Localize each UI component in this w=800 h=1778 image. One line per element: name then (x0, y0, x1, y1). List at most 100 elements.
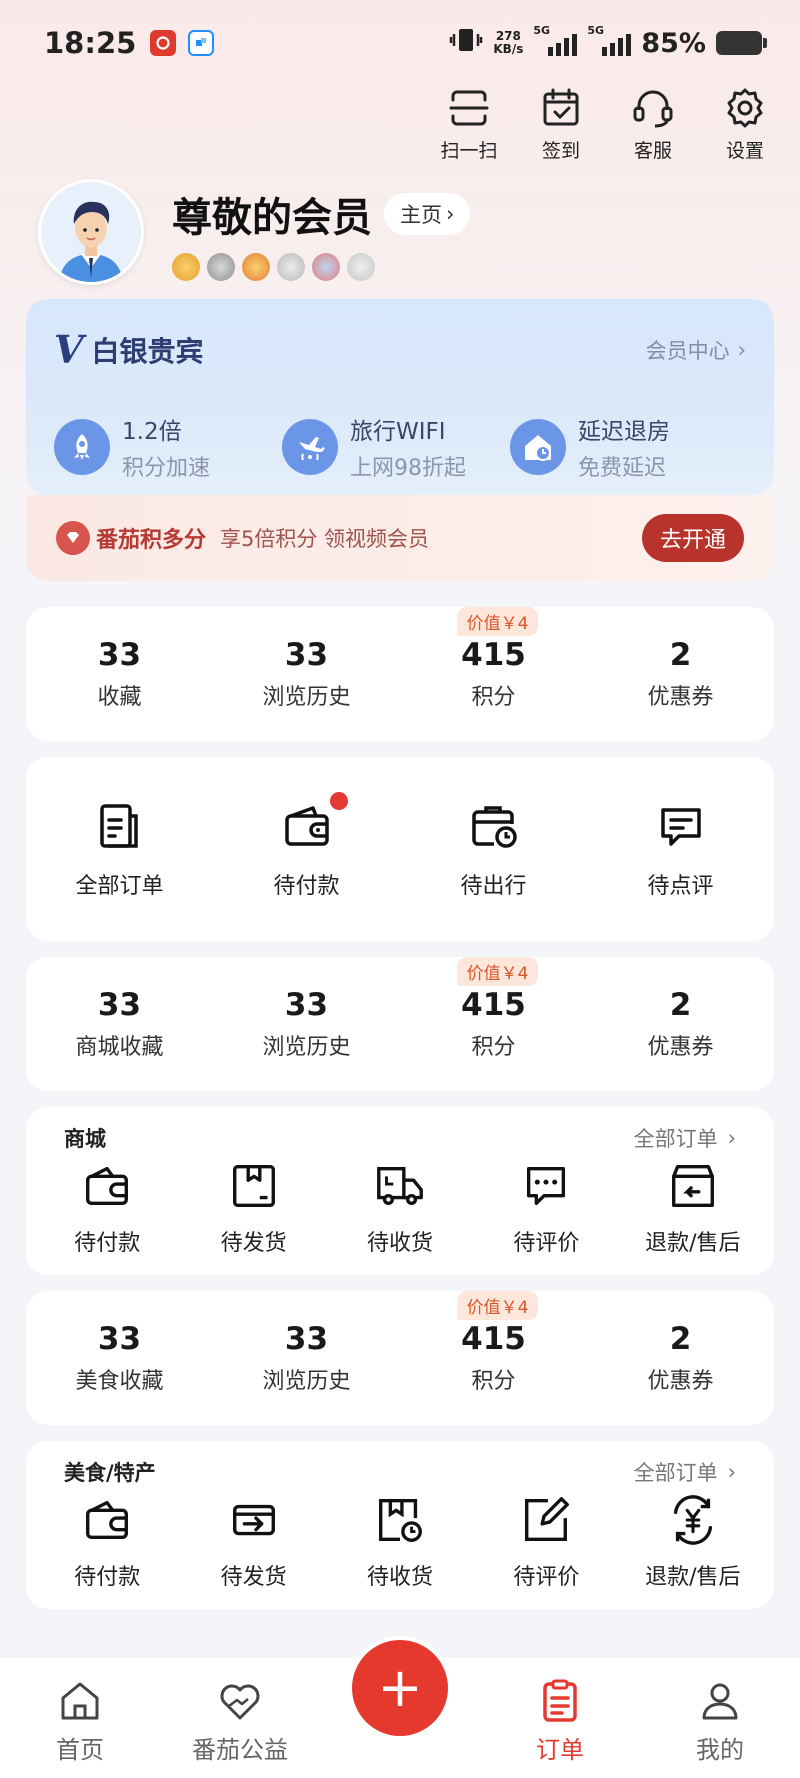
stat-mall-favorites[interactable]: 33 商城收藏 (26, 987, 213, 1061)
wallet-icon (284, 806, 329, 846)
stat-food-favorites[interactable]: 33 美食收藏 (26, 1321, 213, 1395)
stat-favorites[interactable]: 33 收藏 (26, 637, 213, 711)
status-bar: 18:25 278 KB/s 5G 5G 85% (0, 0, 800, 86)
mall-pending-review[interactable]: 待评价 (473, 1159, 619, 1257)
item-label: 待付款 (74, 1565, 141, 1590)
crown-badge-icon[interactable] (312, 253, 340, 281)
mall-all-orders-link[interactable]: 全部订单 › (634, 1123, 736, 1153)
scan-button[interactable]: 扫一扫 (436, 84, 502, 163)
tab-label: 首页 (56, 1735, 104, 1764)
home-icon (61, 1682, 99, 1719)
comment-icon (660, 808, 701, 846)
calendar-check-icon (543, 88, 579, 126)
tab-charity[interactable]: 番茄公益 (160, 1672, 320, 1765)
fab-wrapper: + (348, 1636, 452, 1740)
chevron-right-icon: › (737, 337, 746, 362)
heart-hands-icon (220, 1684, 260, 1719)
stat-history[interactable]: 33 浏览历史 (213, 1321, 400, 1395)
order-pending-review[interactable]: 待点评 (587, 798, 774, 900)
food-pending-review[interactable]: 待评价 (473, 1493, 619, 1591)
item-label: 待发货 (220, 1231, 287, 1256)
food-all-orders-link[interactable]: 全部订单 › (634, 1457, 736, 1487)
customer-service-button[interactable]: 客服 (620, 84, 686, 163)
tab-mine[interactable]: 我的 (640, 1672, 800, 1765)
activate-button[interactable]: 去开通 (641, 514, 744, 562)
order-pending-payment[interactable]: 待付款 (213, 792, 400, 900)
mall-pending-shipment[interactable]: 待发货 (180, 1159, 326, 1257)
item-label: 待评价 (513, 1231, 580, 1256)
stat-label: 浏览历史 (262, 1035, 351, 1060)
benefit-late-checkout[interactable]: 延迟退房 免费延迟 (510, 412, 738, 482)
value-tag: 价值￥4 (456, 1291, 539, 1320)
item-label: 待发货 (220, 1565, 287, 1590)
gold-badge-icon[interactable] (172, 253, 200, 281)
tab-label: 番茄公益 (192, 1735, 288, 1764)
tab-home[interactable]: 首页 (0, 1672, 160, 1765)
food-pending-receipt[interactable]: 待收货 (327, 1493, 473, 1591)
benefit-title: 旅行WIFI (350, 419, 446, 445)
item-label: 待评价 (513, 1565, 580, 1590)
section-title: 美食/特产 (64, 1461, 156, 1485)
stats-card-main: 33 收藏 33 浏览历史 价值￥4 415 积分 2 优惠券 (26, 607, 774, 741)
settings-label: 设置 (725, 140, 764, 162)
promo-banner[interactable]: 番茄积多分 享5倍积分 领视频会员 去开通 (26, 495, 774, 581)
order-label: 待点评 (647, 874, 714, 899)
document-icon (99, 804, 138, 848)
vip-logo: V (54, 327, 84, 372)
food-pending-payment[interactable]: 待付款 (34, 1493, 180, 1591)
vip-card[interactable]: V 白银贵宾 会员中心 › 1.2倍 积分加速 旅行WIFI 上网98折起 延迟… (26, 299, 774, 495)
section-title: 商城 (64, 1127, 106, 1151)
stat-label: 浏览历史 (262, 685, 351, 710)
stat-label: 积分 (471, 1369, 516, 1394)
food-pending-shipment[interactable]: 待发货 (180, 1493, 326, 1591)
orders-card: 全部订单 待付款 待出行 待点评 (26, 757, 774, 941)
medal-badge-icon[interactable] (242, 253, 270, 281)
user-icon (702, 1683, 738, 1719)
stat-points[interactable]: 价值￥4 415 积分 (400, 957, 587, 1061)
checkin-label: 签到 (541, 140, 580, 162)
trophy-badge-icon[interactable] (277, 253, 305, 281)
item-label: 待收货 (367, 1231, 434, 1256)
stat-points[interactable]: 价值￥4 415 积分 (400, 1291, 587, 1395)
mall-pending-payment[interactable]: 待付款 (34, 1159, 180, 1257)
stat-label: 积分 (471, 685, 516, 710)
truck-icon (377, 1166, 423, 1206)
stat-history[interactable]: 33 浏览历史 (213, 987, 400, 1061)
home-page-button[interactable]: 主页 › (384, 193, 471, 235)
benefit-title: 1.2倍 (122, 419, 182, 445)
stat-label: 美食收藏 (75, 1369, 164, 1394)
checkin-button[interactable]: 签到 (528, 84, 594, 163)
mall-pending-receipt[interactable]: 待收货 (327, 1159, 473, 1257)
settings-button[interactable]: 设置 (712, 84, 778, 163)
item-label: 待付款 (74, 1231, 141, 1256)
netease-music-icon (150, 30, 177, 56)
stat-num: 33 (284, 1321, 329, 1357)
badge-row (172, 253, 470, 281)
food-refund[interactable]: 退款/售后 (620, 1493, 766, 1591)
stat-coupons[interactable]: 2 优惠券 (587, 1321, 774, 1395)
silver-badge-icon[interactable] (207, 253, 235, 281)
stat-label: 积分 (471, 1035, 516, 1060)
benefit-sub: 积分加速 (122, 456, 211, 481)
add-button[interactable]: + (352, 1640, 448, 1736)
avatar[interactable] (38, 179, 144, 285)
tab-orders[interactable]: 订单 (480, 1672, 640, 1765)
stat-history[interactable]: 33 浏览历史 (213, 637, 400, 711)
member-center-link[interactable]: 会员中心 › (646, 335, 746, 365)
stat-coupons[interactable]: 2 优惠券 (587, 637, 774, 711)
star-badge-icon[interactable] (347, 253, 375, 281)
stat-coupons[interactable]: 2 优惠券 (587, 987, 774, 1061)
order-pending-travel[interactable]: 待出行 (400, 798, 587, 900)
stat-label: 浏览历史 (262, 1369, 351, 1394)
house-clock-icon (510, 419, 566, 475)
benefit-points-boost[interactable]: 1.2倍 积分加速 (54, 412, 282, 482)
plus-icon: + (377, 1656, 423, 1719)
stat-points[interactable]: 价值￥4 415 积分 (400, 607, 587, 711)
scan-icon (449, 90, 489, 126)
benefit-title: 延迟退房 (578, 419, 670, 445)
food-orders-card: 美食/特产 全部订单 › 待付款 待发货 待收货 待评价 退款/售后 (26, 1441, 774, 1609)
yen-refund-icon (673, 1495, 712, 1545)
benefit-travel-wifi[interactable]: 旅行WIFI 上网98折起 (282, 412, 510, 482)
order-all[interactable]: 全部订单 (26, 798, 213, 900)
mall-refund[interactable]: 退款/售后 (620, 1159, 766, 1257)
